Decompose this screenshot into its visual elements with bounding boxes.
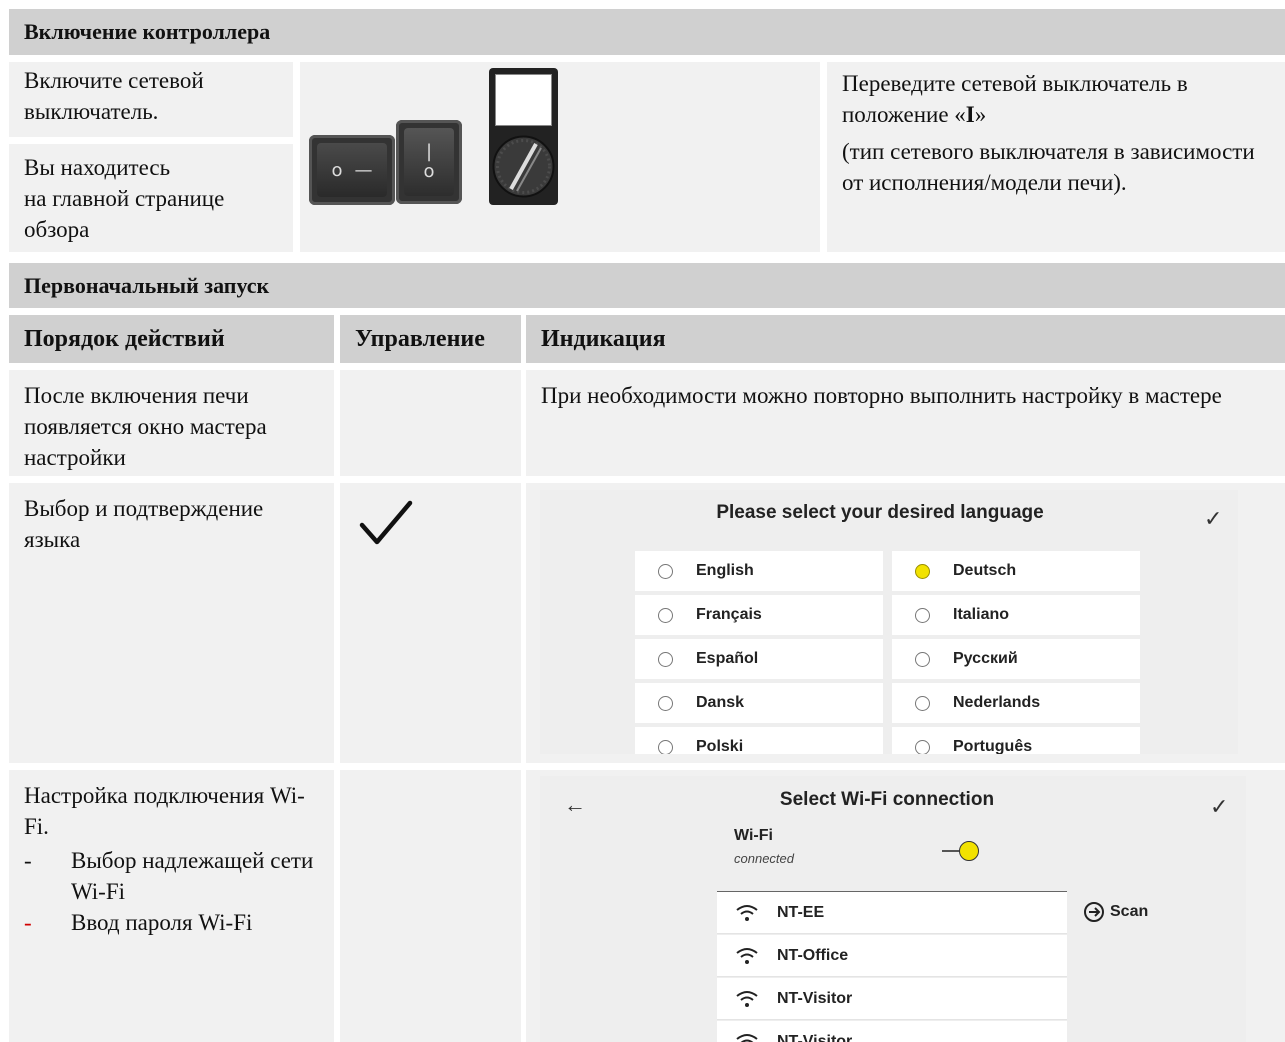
rocker-switch-vertical-image: | o <box>396 120 462 204</box>
step-text: Включите сетевой выключатель. <box>24 68 204 124</box>
row3-action-cell: Настройка подключения Wi-Fi. - Выбор надл… <box>9 770 334 1042</box>
wifi-toggle[interactable] <box>942 840 982 862</box>
row2-action-cell: Выбор и подтверждение языка <box>9 483 334 763</box>
wifi-network-item[interactable]: NT-Visitor <box>717 978 1067 1020</box>
radio-icon <box>658 563 673 579</box>
section-title: Первоначальный запуск <box>24 272 270 298</box>
radio-icon <box>915 651 930 667</box>
radio-icon <box>658 695 673 711</box>
list-item: - Выбор надлежащей сети Wi-Fi <box>24 848 314 904</box>
step-cell-switch-on: Включите сетевой выключатель. <box>9 62 293 137</box>
language-option-espanol[interactable]: Español <box>635 639 883 679</box>
instruction-line2: (тип сетевого выключателя в зависимости … <box>842 139 1255 195</box>
scan-icon <box>1084 902 1104 922</box>
radio-icon <box>915 607 930 623</box>
step-cell-main-page: Вы находитесь на главной странице обзора <box>9 144 293 252</box>
column-header-indication: Индикация <box>526 315 1285 363</box>
radio-icon <box>658 651 673 667</box>
wifi-signal-icon <box>736 990 758 1007</box>
switch-off-symbol: o <box>331 159 343 181</box>
wifi-network-item[interactable]: NT-Visitor <box>717 1021 1067 1042</box>
wifi-select-screen: ← Select Wi-Fi connection ✓ Wi-Fi connec… <box>540 776 1246 1042</box>
row2-control-cell <box>340 483 521 763</box>
radio-selected-icon <box>915 563 930 579</box>
language-option-deutsch[interactable]: Deutsch <box>892 551 1140 591</box>
confirm-check-icon[interactable]: ✓ <box>1204 506 1222 532</box>
language-option-dansk[interactable]: Dansk <box>635 683 883 723</box>
row1-control-cell <box>340 370 521 476</box>
switch-off-symbol: o <box>423 161 435 182</box>
column-header-control: Управление <box>340 315 521 363</box>
section-header-first-start: Первоначальный запуск <box>9 263 1285 308</box>
wifi-signal-icon <box>736 947 758 964</box>
wifi-network-item[interactable]: NT-Office <box>717 935 1067 977</box>
wifi-steps-list: - Выбор надлежащей сети Wi-Fi - Ввод парол… <box>24 845 319 938</box>
section-header-power-on: Включение контроллера <box>9 9 1285 55</box>
wifi-network-item[interactable]: NT-EE <box>717 892 1067 934</box>
switch-instruction-cell: Переведите сетевой выключатель в положен… <box>827 62 1285 252</box>
rotary-knob-icon <box>492 135 555 198</box>
rocker-switch-horizontal-image: o — <box>309 135 395 205</box>
position-i-label: I <box>965 102 975 127</box>
step-text-line1: Вы находитесь <box>24 155 171 180</box>
language-option-italiano[interactable]: Italiano <box>892 595 1140 635</box>
screen-title: Please select your desired language <box>716 502 1044 523</box>
list-item: - Ввод пароля Wi-Fi <box>24 910 253 935</box>
screen-title: Select Wi-Fi connection <box>779 789 995 810</box>
switch-on-symbol: — <box>354 159 373 181</box>
step-text-line2: на главной странице обзора <box>24 186 225 242</box>
instruction-line1: Переведите сетевой выключатель в положен… <box>842 71 1188 127</box>
wifi-signal-icon <box>736 1033 758 1042</box>
language-option-nederlands[interactable]: Nederlands <box>892 683 1140 723</box>
confirm-check-icon[interactable]: ✓ <box>1210 794 1228 820</box>
wifi-label: Wi-Fi <box>734 827 773 844</box>
switch-on-symbol: | <box>425 141 433 162</box>
rotary-switch-image <box>489 68 558 205</box>
toggle-knob-icon <box>959 841 979 861</box>
language-option-english[interactable]: English <box>635 551 883 591</box>
switch-images-cell: o — | o <box>300 62 820 252</box>
language-option-polski[interactable]: Polski <box>635 727 883 754</box>
scan-button[interactable]: Scan <box>1083 901 1148 923</box>
language-option-portugues[interactable]: Português <box>892 727 1140 754</box>
radio-icon <box>658 739 673 754</box>
section-title: Включение контроллера <box>24 19 271 44</box>
row3-control-cell <box>340 770 521 1042</box>
row1-action-cell: После включения печи появляется окно мас… <box>9 370 334 476</box>
language-option-francais[interactable]: Français <box>635 595 883 635</box>
radio-icon <box>658 607 673 623</box>
row1-indication-cell: При необходимости можно повторно выполни… <box>526 370 1285 476</box>
wifi-signal-icon <box>736 904 758 921</box>
language-option-russian[interactable]: Русский <box>892 639 1140 679</box>
wifi-status: connected <box>734 851 794 866</box>
column-header-actions: Порядок действий <box>9 315 334 363</box>
radio-icon <box>915 695 930 711</box>
checkmark-icon <box>359 500 413 545</box>
radio-icon <box>915 739 930 754</box>
language-select-screen: Please select your desired language ✓ En… <box>540 490 1238 754</box>
